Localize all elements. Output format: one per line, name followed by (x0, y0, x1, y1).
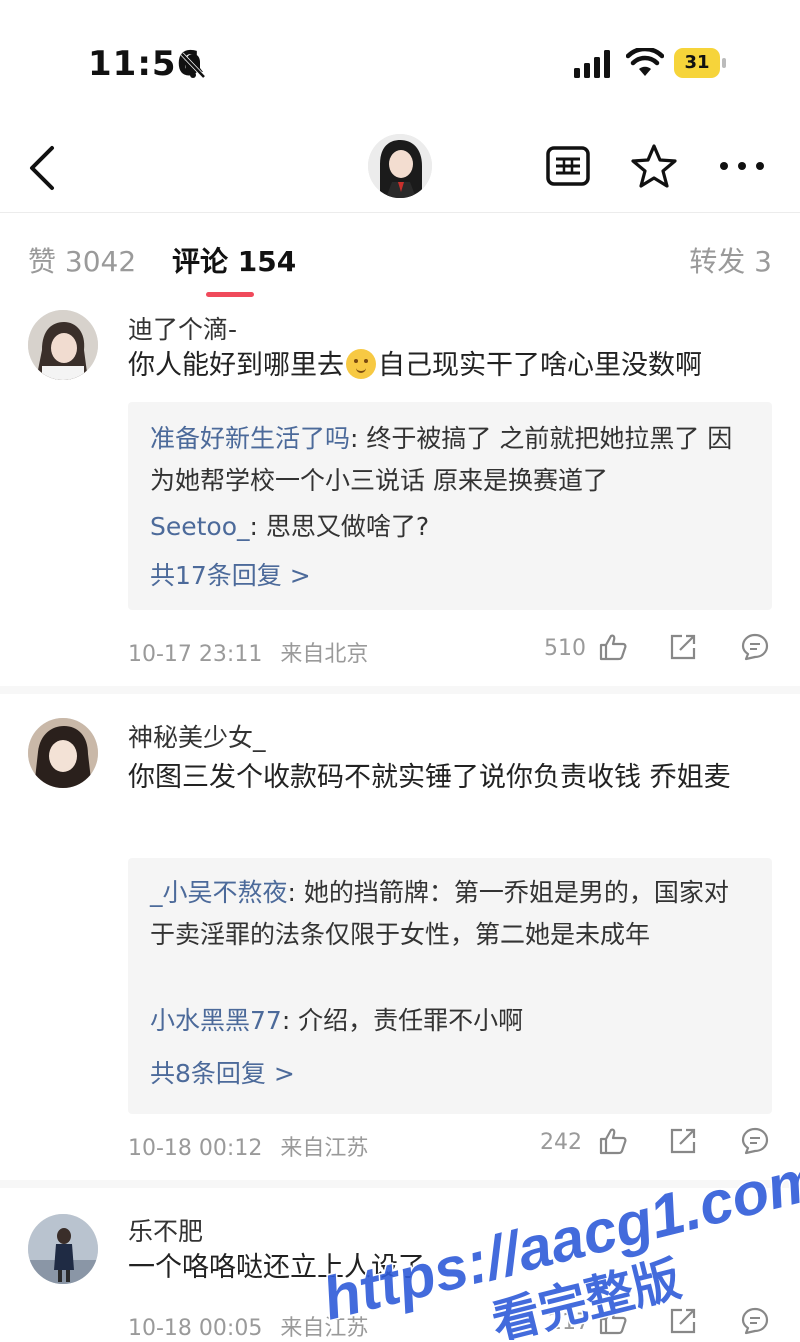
nav-bar (0, 120, 800, 213)
share-icon[interactable] (668, 632, 698, 662)
comment-item: 乐不肥 一个咯咯哒还立上人设了 10-18 00:05 来自江苏 217 (0, 1200, 800, 1342)
separator (0, 1180, 800, 1188)
commenter-avatar[interactable] (28, 1214, 98, 1284)
status-bar: 11:56 31 (0, 0, 800, 120)
comment-meta: 10-17 23:11 来自北京 (128, 636, 368, 668)
reply-text: : 介绍，责任罪不小啊 (281, 1006, 524, 1035)
profile-avatar[interactable] (368, 134, 432, 198)
reply-text: : 思思又做啥了? (249, 512, 430, 541)
comment-bubble-icon[interactable] (740, 632, 770, 662)
like-count: 510 (544, 636, 586, 661)
reply-username[interactable]: _小吴不熬夜 (150, 878, 288, 907)
share-icon[interactable] (668, 1126, 698, 1156)
like-count: 217 (548, 1310, 590, 1335)
more-icon[interactable] (716, 148, 768, 184)
comment-location: 来自江苏 (280, 1136, 369, 1161)
comment-time: 10-18 00:12 (128, 1136, 263, 1161)
comment-username[interactable]: 乐不肥 (128, 1212, 203, 1248)
avatar-image (28, 1214, 98, 1284)
thumbs-up-icon[interactable] (598, 1126, 628, 1156)
comment-meta: 10-18 00:05 来自江苏 (128, 1310, 368, 1342)
comment-username[interactable]: 神秘美少女_ (128, 718, 266, 754)
cellular-signal-icon (574, 50, 610, 78)
comment-content: 一个咯咯哒还立上人设了 (128, 1252, 425, 1283)
reply-username[interactable]: 小水黑黑77 (150, 1006, 282, 1035)
comment-item: 神秘美少女_ 你图三发个收款码不就实锤了说你负责收钱 乔姐麦 _小吴不熬夜: 她… (0, 710, 800, 1170)
comment-bubble-icon[interactable] (740, 1126, 770, 1156)
reply-box[interactable]: _小吴不熬夜: 她的挡箭牌：第一乔姐是男的，国家对于卖淫罪的法条仅限于女性，第二… (128, 858, 772, 1114)
list-view-icon[interactable] (544, 144, 592, 188)
comment-location: 来自江苏 (280, 1316, 369, 1341)
commenter-avatar[interactable] (28, 718, 98, 788)
comment-item: 迪了个滴- 你人能好到哪里去 自己现实干了啥心里没数啊 准备好新生活了吗: 终于被… (0, 302, 800, 686)
thumbs-up-icon[interactable] (598, 1306, 628, 1336)
reply-item: 准备好新生活了吗: 终于被搞了 之前就把她拉黑了 因为她帮学校一个小三说话 原来… (150, 418, 750, 502)
reply-item: _小吴不熬夜: 她的挡箭牌：第一乔姐是男的，国家对于卖淫罪的法条仅限于女性，第二… (150, 872, 750, 956)
comment-content: 你人能好到哪里去 自己现实干了啥心里没数啊 (128, 344, 768, 388)
reply-item: 小水黑黑77: 介绍，责任罪不小啊 (150, 1000, 750, 1042)
comment-meta: 10-18 00:12 来自江苏 (128, 1130, 368, 1162)
tab-comments[interactable]: 评论 154 (172, 240, 296, 280)
comment-time: 10-17 23:11 (128, 642, 263, 667)
avatar-image (28, 718, 98, 788)
more-replies-link[interactable]: 共17条回复 > (150, 556, 311, 592)
smile-emoji-icon (346, 349, 376, 379)
comment-content: 你图三发个收款码不就实锤了说你负责收钱 乔姐麦 (128, 762, 731, 793)
bell-muted-icon (180, 52, 206, 79)
avatar-image (368, 134, 432, 198)
tab-likes[interactable]: 赞 3042 (28, 240, 136, 280)
tabs-bar: 赞 3042 评论 154 转发 3 (0, 212, 800, 302)
comment-time: 10-18 00:05 (128, 1316, 263, 1341)
comment-location: 来自北京 (280, 642, 369, 667)
more-replies-link[interactable]: 共8条回复 > (150, 1054, 295, 1090)
battery-tip (722, 58, 726, 68)
star-icon[interactable] (630, 142, 678, 190)
battery-indicator: 31 (674, 48, 728, 78)
reply-item: Seetoo_: 思思又做啥了? (150, 506, 750, 548)
commenter-avatar[interactable] (28, 310, 98, 380)
thumbs-up-icon[interactable] (598, 632, 628, 662)
battery-level: 31 (684, 52, 710, 73)
share-icon[interactable] (668, 1306, 698, 1336)
chevron-left-icon[interactable] (22, 142, 62, 194)
comment-text-after: 自己现实干了啥心里没数啊 (378, 350, 702, 381)
comment-text-before: 你人能好到哪里去 (128, 350, 344, 381)
wifi-icon (626, 48, 664, 76)
active-tab-indicator (206, 292, 254, 297)
reply-username[interactable]: 准备好新生活了吗 (150, 424, 350, 453)
like-count: 242 (540, 1130, 582, 1155)
comment-bubble-icon[interactable] (740, 1306, 770, 1336)
avatar-image (28, 310, 98, 380)
comment-username[interactable]: 迪了个滴- (128, 310, 237, 346)
separator (0, 686, 800, 694)
reply-box[interactable]: 准备好新生活了吗: 终于被搞了 之前就把她拉黑了 因为她帮学校一个小三说话 原来… (128, 402, 772, 610)
reply-username[interactable]: Seetoo_ (150, 512, 250, 541)
tab-reposts[interactable]: 转发 3 (689, 240, 772, 280)
